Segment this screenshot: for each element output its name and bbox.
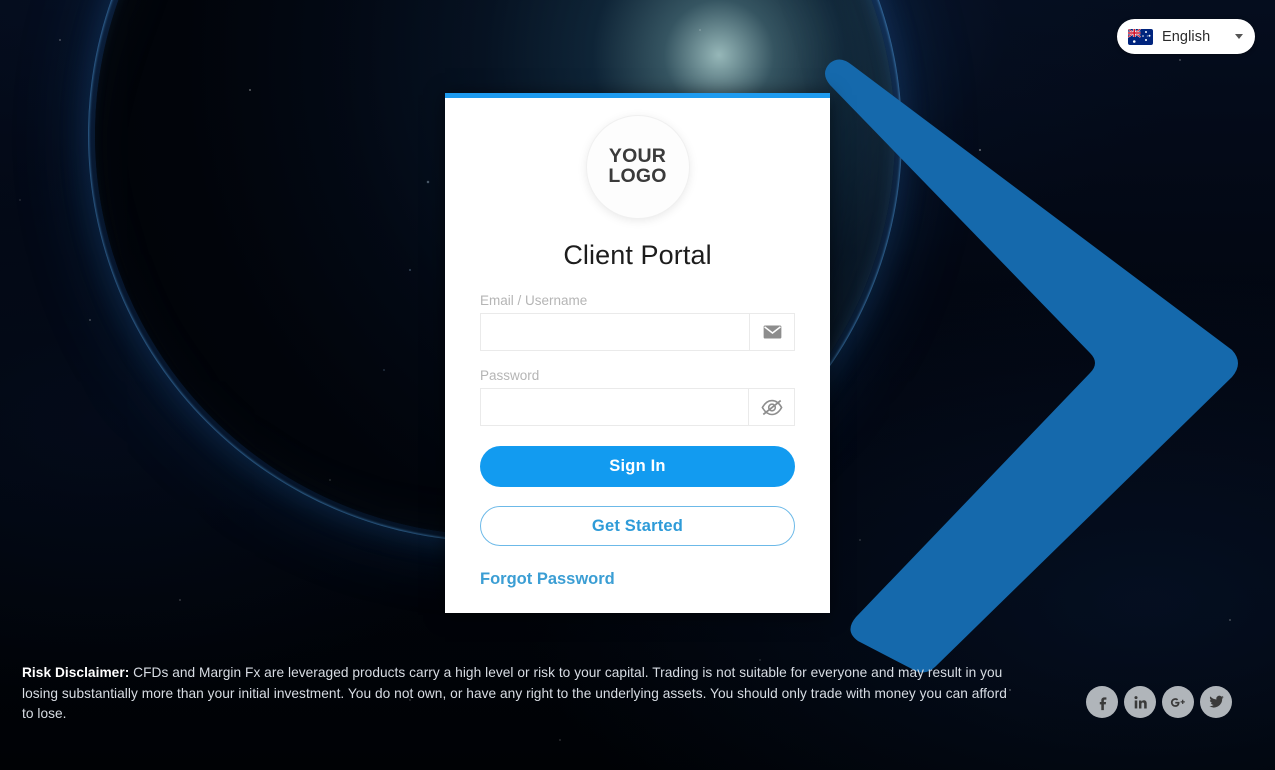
- login-page: English YOUR LOGO Client Portal Email / …: [0, 0, 1275, 770]
- twitter-link[interactable]: [1200, 686, 1232, 718]
- get-started-button[interactable]: Get Started: [480, 506, 795, 546]
- login-card: YOUR LOGO Client Portal Email / Username…: [445, 93, 830, 613]
- linkedin-icon: [1133, 695, 1147, 708]
- password-field-row: [480, 388, 795, 426]
- logo: YOUR LOGO: [586, 116, 689, 218]
- google-plus-icon: [1170, 697, 1185, 707]
- facebook-link[interactable]: [1086, 686, 1118, 718]
- risk-disclaimer-body: CFDs and Margin Fx are leveraged product…: [22, 665, 1007, 721]
- language-selector[interactable]: English: [1117, 19, 1255, 54]
- facebook-icon: [1099, 696, 1106, 710]
- google-plus-link[interactable]: [1162, 686, 1194, 718]
- language-label: English: [1162, 28, 1211, 45]
- forgot-password-link[interactable]: Forgot Password: [480, 570, 615, 589]
- login-form: Email / Username Password Sign In Get St…: [445, 293, 830, 589]
- password-field-label: Password: [480, 368, 540, 383]
- eye-slash-icon: [760, 399, 783, 415]
- social-links: [1086, 686, 1232, 718]
- envelope-icon: [763, 325, 781, 339]
- email-field-row: [480, 313, 795, 351]
- australia-flag-icon: [1128, 28, 1153, 45]
- linkedin-link[interactable]: [1124, 686, 1156, 718]
- page-title: Client Portal: [563, 240, 712, 270]
- chevron-down-icon: [1235, 34, 1243, 39]
- risk-disclaimer-heading: Risk Disclaimer:: [22, 665, 130, 680]
- logo-line-2: LOGO: [608, 165, 667, 187]
- email-addon-button[interactable]: [749, 313, 795, 351]
- twitter-icon: [1208, 695, 1224, 708]
- risk-disclaimer: Risk Disclaimer: CFDs and Margin Fx are …: [22, 663, 1017, 725]
- sign-in-button[interactable]: Sign In: [480, 446, 795, 487]
- email-field-label: Email / Username: [480, 293, 588, 308]
- password-input[interactable]: [480, 388, 748, 426]
- email-input[interactable]: [480, 313, 749, 351]
- toggle-password-visibility-button[interactable]: [748, 388, 795, 426]
